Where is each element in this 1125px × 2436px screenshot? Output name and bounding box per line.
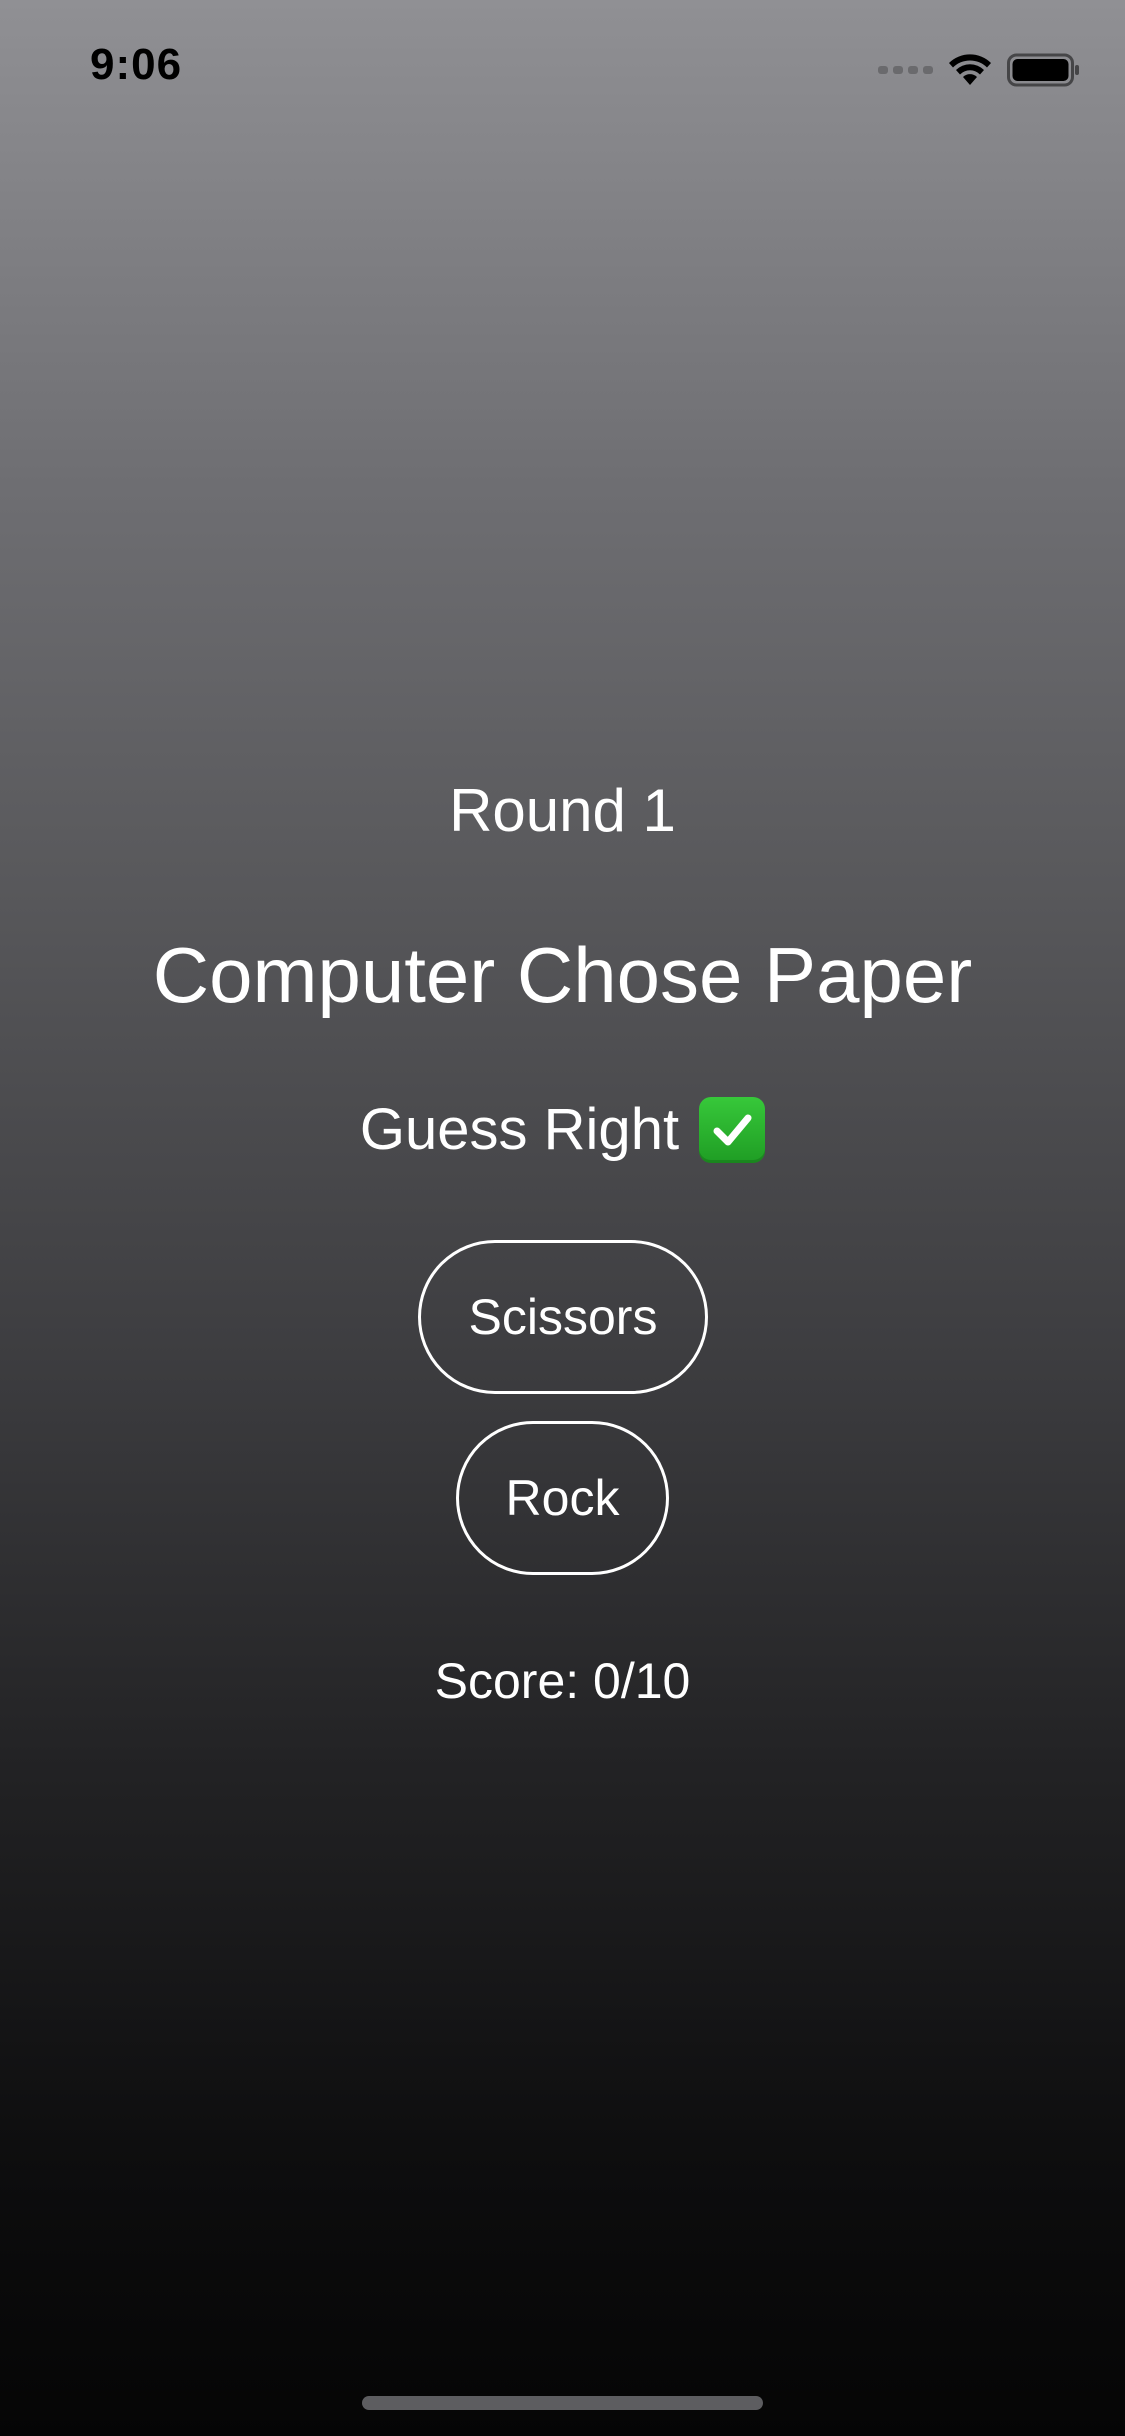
- signal-icon: [878, 66, 933, 74]
- status-time: 9:06: [90, 40, 183, 89]
- check-mark-button-icon: [699, 1096, 766, 1163]
- status-icons: [878, 48, 1081, 92]
- score-label: Score: 0/10: [434, 1653, 691, 1709]
- wifi-icon: [949, 54, 991, 85]
- instruction-row: Guess Right: [0, 1096, 1125, 1163]
- status-bar: 9:06: [0, 0, 1125, 132]
- round-label: Round 1: [449, 777, 676, 844]
- instruction-label: Guess Right: [359, 1097, 680, 1162]
- computer-choice-label: Computer Chose Paper: [152, 931, 973, 1019]
- home-indicator[interactable]: [362, 2396, 763, 2410]
- battery-icon: [1007, 53, 1079, 87]
- scissors-button[interactable]: Scissors: [418, 1240, 708, 1394]
- rock-button[interactable]: Rock: [456, 1421, 669, 1575]
